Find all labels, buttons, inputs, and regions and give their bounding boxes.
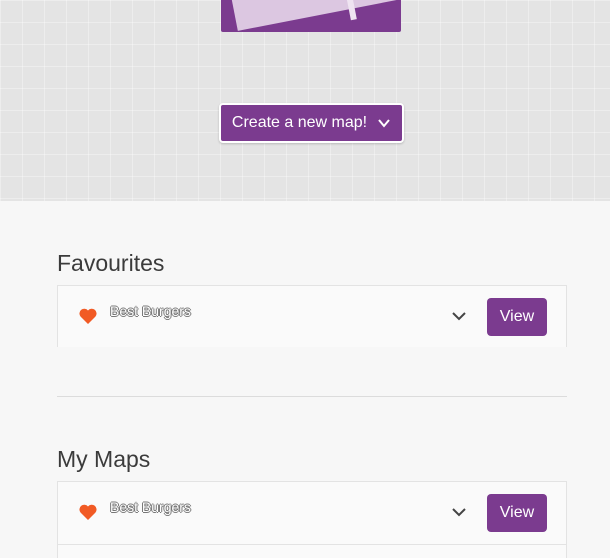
map-name: Best Burgers	[110, 303, 191, 319]
row-divider	[58, 544, 566, 545]
hero-banner: Create a new map!	[0, 0, 610, 201]
create-map-label: Create a new map!	[231, 114, 368, 131]
heart-icon[interactable]	[78, 307, 98, 325]
create-map-button[interactable]: Create a new map!	[219, 103, 404, 143]
list-item: Best Burgers View	[58, 286, 566, 348]
chevron-down-icon[interactable]	[451, 506, 467, 518]
favourites-list: Best Burgers View	[57, 285, 567, 347]
section-divider	[57, 396, 567, 397]
chevron-down-icon[interactable]	[451, 310, 467, 322]
list-item: Best Burgers View	[58, 482, 566, 544]
chevron-down-icon	[378, 119, 390, 128]
heart-icon[interactable]	[78, 503, 98, 521]
view-button[interactable]: View	[487, 298, 547, 336]
favourites-title: Favourites	[57, 250, 165, 276]
map-name: Best Burgers	[110, 499, 191, 515]
my-maps-title: My Maps	[57, 446, 151, 472]
view-button[interactable]: View	[487, 494, 547, 532]
my-maps-list: Best Burgers View	[57, 481, 567, 558]
